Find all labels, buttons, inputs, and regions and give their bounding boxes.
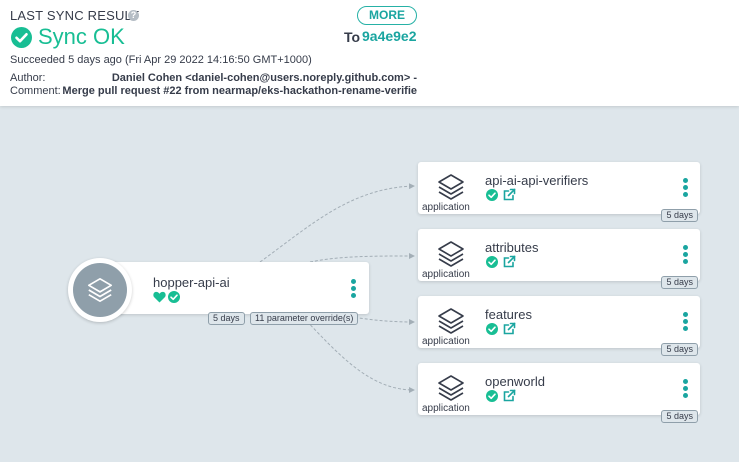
heart-icon	[153, 291, 166, 303]
app-node[interactable]: application attributes 5 days	[418, 229, 700, 289]
edge-openworld	[299, 313, 415, 393]
external-link-icon[interactable]	[503, 255, 516, 268]
app-name: features	[485, 307, 532, 322]
app-menu-button[interactable]	[683, 379, 689, 399]
author-label: Author:	[10, 72, 46, 84]
app-name: api-ai-api-verifiers	[485, 173, 589, 188]
sync-status-text: Sync OK	[38, 24, 125, 49]
root-menu-button[interactable]	[351, 279, 357, 299]
app-menu-button[interactable]	[683, 245, 689, 265]
app-node[interactable]: application openworld 5 days	[418, 363, 700, 423]
comment-value: Merge pull request #22 from nearmap/eks-…	[62, 85, 417, 97]
root-app-name: hopper-api-ai	[153, 275, 230, 290]
root-age-tag: 5 days	[208, 312, 245, 325]
app-age-tag: 5 days	[661, 209, 698, 222]
app-kind: application	[422, 403, 470, 414]
check-circle-icon	[486, 189, 498, 201]
edge-api-ai-api-verifiers	[259, 183, 415, 263]
sync-status-panel: LAST SYNC RESULT ? MORE Sync OK To 9a4e9…	[0, 0, 739, 106]
app-kind: application	[422, 202, 470, 213]
author-value: Daniel Cohen <daniel-cohen@users.noreply…	[111, 72, 417, 84]
app-kind: application	[422, 269, 470, 280]
to-label: To	[344, 29, 361, 45]
external-link-icon[interactable]	[503, 322, 516, 335]
root-app-icon[interactable]	[68, 258, 132, 322]
check-circle-icon	[11, 27, 32, 48]
parameter-override-tag: 11 parameter override(s)	[250, 312, 359, 325]
app-age-tag: 5 days	[661, 343, 698, 356]
sync-panel-title: LAST SYNC RESULT	[10, 8, 140, 23]
app-name: attributes	[485, 240, 539, 255]
sync-timestamp: Succeeded 5 days ago (Fri Apr 29 2022 14…	[10, 54, 312, 66]
layers-icon	[438, 308, 464, 334]
layers-icon	[438, 174, 464, 200]
check-circle-icon	[486, 390, 498, 402]
external-link-icon[interactable]	[503, 389, 516, 402]
app-name: openworld	[485, 374, 545, 389]
app-age-tag: 5 days	[661, 276, 698, 289]
root-app-node[interactable]: hopper-api-ai 5 days 11 parameter overri…	[105, 262, 369, 325]
more-button[interactable]: MORE	[357, 6, 417, 25]
layers-icon	[438, 241, 464, 267]
check-circle-icon	[168, 291, 180, 303]
app-node[interactable]: application features 5 days	[418, 296, 700, 356]
layers-icon	[438, 375, 464, 401]
check-circle-icon	[486, 323, 498, 335]
app-kind: application	[422, 336, 470, 347]
app-menu-button[interactable]	[683, 178, 689, 198]
revision-link[interactable]: 9a4e9e2	[362, 28, 417, 44]
external-link-icon[interactable]	[503, 188, 516, 201]
layers-icon	[73, 263, 127, 317]
comment-label: Comment:	[10, 85, 61, 97]
app-age-tag: 5 days	[661, 410, 698, 423]
check-circle-icon	[486, 256, 498, 268]
app-menu-button[interactable]	[683, 312, 689, 332]
app-node[interactable]: application api-ai-api-verifiers 5 days	[418, 162, 700, 222]
question-circle-icon[interactable]: ?	[128, 10, 139, 21]
